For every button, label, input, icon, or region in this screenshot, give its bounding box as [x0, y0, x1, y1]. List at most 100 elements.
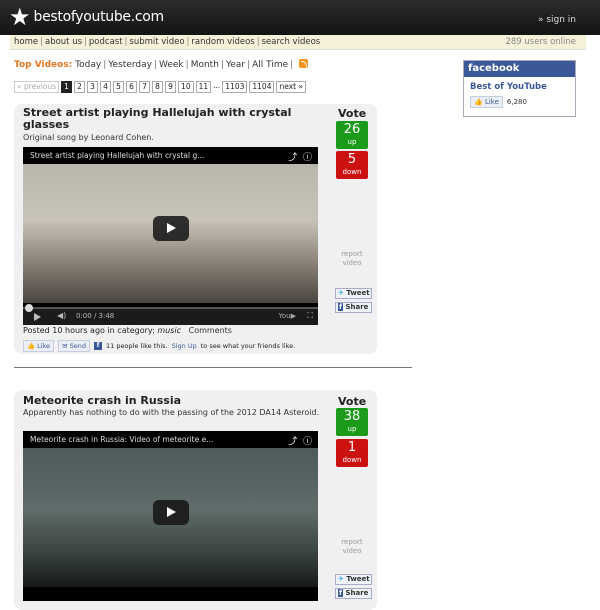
share-icon[interactable]: ⤴	[288, 153, 297, 163]
vote-down-button[interactable]: 5 down	[336, 151, 368, 179]
facebook-like-count: 6,280	[506, 98, 527, 106]
vote-label: Vote	[338, 107, 367, 120]
site-logo[interactable]: ★ bestofyoutube.com	[9, 3, 164, 31]
comments-link[interactable]: Comments	[189, 326, 232, 335]
social-bar: 👍 Like ✉ Send f 11 people like this. Sig…	[23, 340, 295, 352]
nav-podcast[interactable]: podcast	[89, 37, 123, 47]
video-player[interactable]: Meteorite crash in Russia: Video of mete…	[23, 431, 318, 601]
nav-search-videos[interactable]: search videos	[262, 37, 321, 47]
twitter-icon: ✈	[338, 289, 344, 297]
vote-down-count: 5	[347, 152, 357, 167]
facebook-icon: f	[94, 342, 103, 350]
play-icon[interactable]	[34, 313, 41, 321]
pager-page[interactable]: 10	[178, 81, 194, 93]
video-title[interactable]: Meteorite crash in Russia	[23, 395, 313, 407]
youtube-logo[interactable]: You▶	[279, 312, 296, 320]
video-title[interactable]: Street artist playing Hallelujah with cr…	[23, 107, 313, 131]
video-player[interactable]: Street artist playing Hallelujah with cr…	[23, 147, 318, 325]
fullscreen-icon[interactable]: ⛶	[307, 311, 313, 321]
facebook-like-label: Like	[484, 98, 499, 106]
facebook-page-name[interactable]: Best of YouTube	[470, 82, 575, 92]
share-icon[interactable]: ⤴	[288, 437, 297, 447]
facebook-header: facebook	[464, 61, 575, 77]
facebook-icon: f	[338, 589, 344, 597]
report-video-link[interactable]: report video	[336, 250, 368, 268]
rss-icon[interactable]	[299, 59, 309, 68]
facebook-icon: f	[338, 303, 344, 311]
seek-bar[interactable]	[23, 304, 318, 312]
signup-tail: to see what your friends like.	[200, 342, 296, 350]
period-month[interactable]: Month	[191, 60, 219, 70]
nav-home[interactable]: home	[14, 37, 38, 47]
video-card: Meteorite crash in Russia Apparently has…	[14, 390, 377, 610]
volume-icon[interactable]: ◀)	[57, 311, 66, 320]
fb-like-button[interactable]: 👍 Like	[23, 340, 55, 352]
video-description: Original song by Leonard Cohen.	[23, 133, 154, 142]
section-divider	[14, 367, 412, 368]
vote-down-count: 1	[347, 440, 357, 455]
pager-ellipsis: ...	[213, 81, 221, 93]
nav-links: home | about us | podcast | submit video | rando…	[14, 37, 321, 47]
player-time: 0:00 / 3:48	[76, 312, 115, 320]
pager-page[interactable]: 2	[74, 81, 86, 93]
info-icon[interactable]: ⓘ	[303, 437, 312, 447]
pager-page[interactable]: 1	[61, 81, 73, 93]
tweet-label: Tweet	[346, 575, 370, 583]
pager-page[interactable]: 1103	[222, 81, 248, 93]
nav-random-videos[interactable]: random videos	[191, 37, 254, 47]
player-title[interactable]: Meteorite crash in Russia: Video of mete…	[23, 431, 318, 448]
player-controls: ◀) 0:00 / 3:48 You▶ ⛶	[23, 304, 318, 325]
pager-page[interactable]: 7	[139, 81, 151, 93]
pagination: « previous 1 2 3 4 5 6 7 8 9 10 11 ... 1…	[14, 81, 307, 93]
users-online: 289 users online	[505, 37, 576, 47]
pager-page[interactable]: 11	[195, 81, 212, 93]
period-year[interactable]: Year	[226, 60, 245, 70]
video-meta: Posted 10 hours ago in category: music C…	[23, 326, 232, 335]
pager-page[interactable]: 8	[152, 81, 164, 93]
star-icon: ★	[9, 3, 31, 31]
period-yesterday[interactable]: Yesterday	[108, 60, 152, 70]
share-button[interactable]: f Share	[335, 302, 372, 313]
tweet-button[interactable]: ✈ Tweet	[335, 288, 372, 299]
twitter-icon: ✈	[338, 575, 344, 583]
video-card: Street artist playing Hallelujah with cr…	[14, 104, 377, 354]
pager-page[interactable]: 1104	[249, 81, 275, 93]
report-video-link[interactable]: report video	[336, 538, 368, 556]
signup-link[interactable]: Sign Up	[172, 342, 197, 350]
video-description: Apparently has nothing to do with the pa…	[23, 408, 320, 417]
fb-send-button[interactable]: ✉ Send	[58, 340, 91, 352]
pager-next[interactable]: next »	[276, 81, 307, 93]
pager-previous[interactable]: « previous	[14, 81, 60, 93]
facebook-like-button[interactable]: 👍 Like	[470, 96, 503, 108]
top-videos-label: Top Videos:	[14, 60, 73, 70]
pager-page[interactable]: 3	[87, 81, 99, 93]
period-all-time[interactable]: All Time	[252, 60, 288, 70]
seek-handle[interactable]	[25, 304, 33, 312]
vote-up-count: 38	[343, 409, 361, 424]
player-title[interactable]: Street artist playing Hallelujah with cr…	[23, 147, 318, 164]
sign-in-link[interactable]: » sign in	[538, 15, 576, 25]
category-link[interactable]: music	[157, 326, 181, 335]
period-today[interactable]: Today	[75, 60, 101, 70]
top-videos-filter: Top Videos: Today | Yesterday | Week | Month | Y…	[14, 59, 309, 70]
posted-text: Posted 10 hours ago in category:	[23, 326, 155, 335]
social-like-count: 11 people like this.	[106, 342, 168, 350]
nav-submit-video[interactable]: submit video	[129, 37, 184, 47]
pager-page[interactable]: 6	[126, 81, 138, 93]
info-icon[interactable]: ⓘ	[303, 153, 312, 163]
play-button[interactable]	[153, 500, 189, 525]
pager-page[interactable]: 4	[100, 81, 112, 93]
vote-up-count: 26	[343, 122, 361, 137]
vote-up-button[interactable]: 26 up	[336, 121, 368, 149]
pager-page[interactable]: 5	[113, 81, 125, 93]
vote-up-label: up	[347, 425, 357, 433]
vote-down-button[interactable]: 1 down	[336, 439, 368, 467]
play-button[interactable]	[153, 216, 189, 241]
tweet-button[interactable]: ✈ Tweet	[335, 574, 372, 585]
share-button[interactable]: f Share	[335, 588, 372, 599]
fb-send-label: Send	[69, 342, 87, 350]
pager-page[interactable]: 9	[165, 81, 177, 93]
period-week[interactable]: Week	[159, 60, 184, 70]
vote-up-button[interactable]: 38 up	[336, 408, 368, 436]
nav-about-us[interactable]: about us	[45, 37, 82, 47]
